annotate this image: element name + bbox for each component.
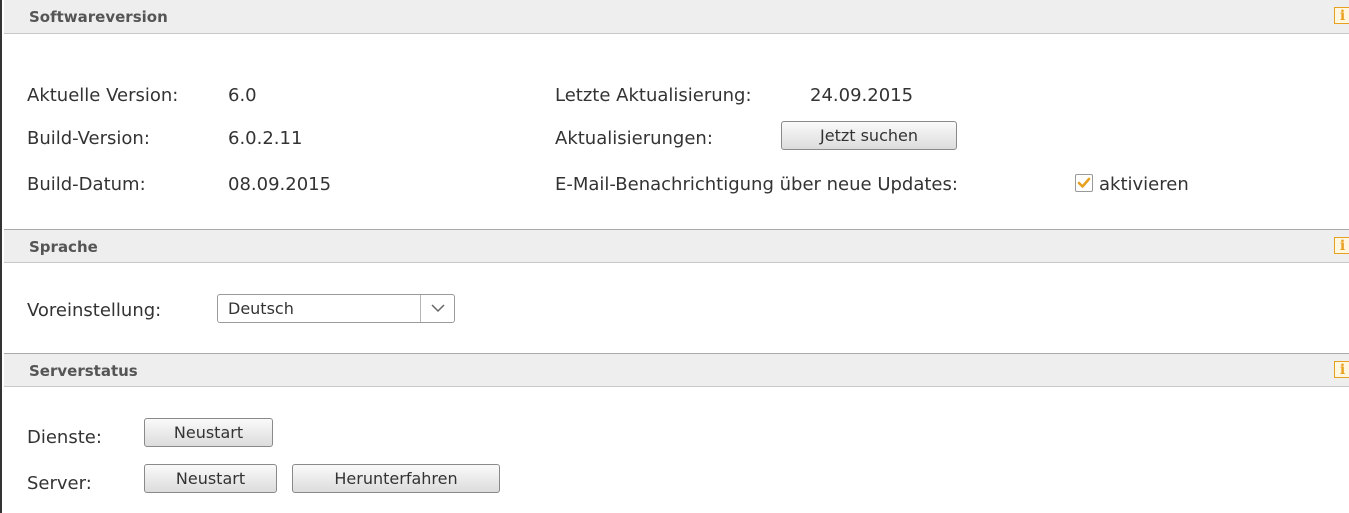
language-select-value: Deutsch: [228, 299, 294, 318]
last-update-label: Letzte Aktualisierung:: [555, 85, 752, 106]
section-title-software: Softwareversion: [29, 8, 168, 26]
section-header-server: Serverstatus i: [4, 353, 1349, 387]
settings-panel: Softwareversion i Aktuelle Version: 6.0 …: [0, 0, 1349, 513]
section-title-language: Sprache: [29, 238, 98, 256]
info-icon[interactable]: i: [1334, 361, 1349, 378]
server-label: Server:: [27, 473, 92, 494]
search-updates-button[interactable]: Jetzt suchen: [781, 121, 957, 150]
last-update-value: 24.09.2015: [810, 85, 914, 106]
info-icon[interactable]: i: [1334, 7, 1349, 24]
section-header-software: Softwareversion i: [4, 0, 1349, 34]
email-notify-checkbox-label[interactable]: aktivieren: [1099, 174, 1189, 195]
services-restart-button[interactable]: Neustart: [144, 418, 273, 447]
email-notify-checkbox[interactable]: [1075, 174, 1093, 192]
section-header-language: Sprache i: [4, 229, 1349, 263]
updates-label: Aktualisierungen:: [555, 128, 713, 149]
email-notify-label: E-Mail-Benachrichtigung über neue Update…: [555, 174, 958, 195]
build-date-label: Build-Datum:: [27, 174, 146, 195]
default-language-label: Voreinstellung:: [27, 300, 162, 321]
build-version-value: 6.0.2.11: [228, 128, 303, 149]
info-icon[interactable]: i: [1334, 237, 1349, 254]
language-select[interactable]: Deutsch: [217, 294, 455, 323]
build-version-label: Build-Version:: [27, 128, 150, 149]
server-shutdown-button[interactable]: Herunterfahren: [292, 464, 500, 493]
section-title-server: Serverstatus: [29, 362, 138, 380]
chevron-down-icon[interactable]: [420, 295, 454, 322]
current-version-value: 6.0: [228, 85, 257, 106]
current-version-label: Aktuelle Version:: [27, 85, 179, 106]
server-restart-button[interactable]: Neustart: [144, 464, 277, 493]
build-date-value: 08.09.2015: [228, 174, 332, 195]
services-label: Dienste:: [27, 427, 102, 448]
checkmark-icon: [1077, 177, 1091, 188]
